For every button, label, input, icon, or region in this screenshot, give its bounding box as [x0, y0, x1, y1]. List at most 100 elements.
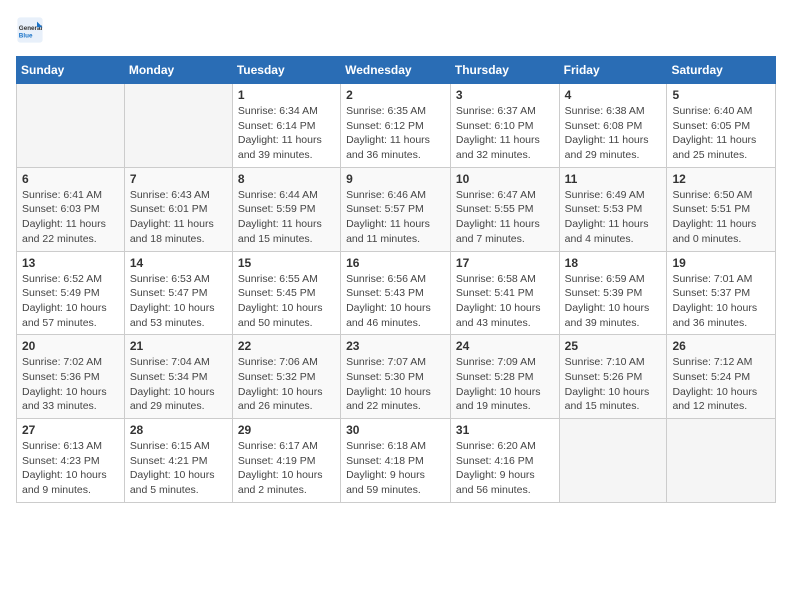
weekday-sunday: Sunday	[17, 57, 125, 84]
day-number: 5	[672, 88, 770, 102]
day-detail: Sunrise: 6:17 AM Sunset: 4:19 PM Dayligh…	[238, 439, 335, 498]
day-cell: 8 Sunrise: 6:44 AM Sunset: 5:59 PM Daylig…	[232, 167, 340, 251]
week-row-1: 6Sunrise: 6:41 AM Sunset: 6:03 PM Daylig…	[17, 167, 776, 251]
day-detail: Sunrise: 6:34 AM Sunset: 6:14 PM Dayligh…	[238, 104, 335, 163]
day-number: 11	[565, 172, 662, 186]
day-number: 14	[130, 256, 227, 270]
day-cell: 14 Sunrise: 6:53 AM Sunset: 5:47 PM Dayli…	[124, 251, 232, 335]
day-detail: Sunrise: 6:37 AM Sunset: 6:10 PM Dayligh…	[456, 104, 554, 163]
day-number: 30	[346, 423, 445, 437]
day-detail: Sunrise: 6:15 AM Sunset: 4:21 PM Dayligh…	[130, 439, 227, 498]
day-number: 27	[22, 423, 119, 437]
day-cell: 7 Sunrise: 6:43 AM Sunset: 6:01 PM Daylig…	[124, 167, 232, 251]
day-number: 7	[130, 172, 227, 186]
day-number: 2	[346, 88, 445, 102]
day-cell: 9 Sunrise: 6:46 AM Sunset: 5:57 PM Daylig…	[341, 167, 451, 251]
day-cell	[667, 419, 776, 503]
week-row-3: 20Sunrise: 7:02 AM Sunset: 5:36 PM Dayli…	[17, 335, 776, 419]
day-cell: 30 Sunrise: 6:18 AM Sunset: 4:18 PM Dayli…	[341, 419, 451, 503]
day-cell	[559, 419, 667, 503]
day-number: 20	[22, 339, 119, 353]
day-detail: Sunrise: 6:59 AM Sunset: 5:39 PM Dayligh…	[565, 272, 662, 331]
day-number: 25	[565, 339, 662, 353]
day-detail: Sunrise: 6:18 AM Sunset: 4:18 PM Dayligh…	[346, 439, 445, 498]
day-cell: 28Sunrise: 6:15 AM Sunset: 4:21 PM Dayli…	[124, 419, 232, 503]
day-cell: 4Sunrise: 6:38 AM Sunset: 6:08 PM Daylig…	[559, 84, 667, 168]
calendar-body: 1 Sunrise: 6:34 AM Sunset: 6:14 PM Daylig…	[17, 84, 776, 503]
day-number: 4	[565, 88, 662, 102]
day-number: 26	[672, 339, 770, 353]
day-detail: Sunrise: 7:09 AM Sunset: 5:28 PM Dayligh…	[456, 355, 554, 414]
day-cell: 22 Sunrise: 7:06 AM Sunset: 5:32 PM Dayli…	[232, 335, 340, 419]
day-detail: Sunrise: 6:46 AM Sunset: 5:57 PM Dayligh…	[346, 188, 445, 247]
day-number: 18	[565, 256, 662, 270]
weekday-saturday: Saturday	[667, 57, 776, 84]
day-cell: 20Sunrise: 7:02 AM Sunset: 5:36 PM Dayli…	[17, 335, 125, 419]
weekday-wednesday: Wednesday	[341, 57, 451, 84]
day-cell	[17, 84, 125, 168]
svg-text:Blue: Blue	[19, 33, 33, 40]
day-detail: Sunrise: 6:47 AM Sunset: 5:55 PM Dayligh…	[456, 188, 554, 247]
day-number: 1	[238, 88, 335, 102]
day-detail: Sunrise: 7:06 AM Sunset: 5:32 PM Dayligh…	[238, 355, 335, 414]
weekday-monday: Monday	[124, 57, 232, 84]
day-detail: Sunrise: 6:56 AM Sunset: 5:43 PM Dayligh…	[346, 272, 445, 331]
day-cell	[124, 84, 232, 168]
day-number: 3	[456, 88, 554, 102]
page-header: General Blue	[16, 16, 776, 44]
day-cell: 13 Sunrise: 6:52 AM Sunset: 5:49 PM Dayli…	[17, 251, 125, 335]
day-detail: Sunrise: 6:53 AM Sunset: 5:47 PM Dayligh…	[130, 272, 227, 331]
day-number: 13	[22, 256, 119, 270]
day-cell: 24 Sunrise: 7:09 AM Sunset: 5:28 PM Dayli…	[450, 335, 559, 419]
day-number: 19	[672, 256, 770, 270]
day-number: 21	[130, 339, 227, 353]
day-number: 17	[456, 256, 554, 270]
day-detail: Sunrise: 6:20 AM Sunset: 4:16 PM Dayligh…	[456, 439, 554, 498]
day-detail: Sunrise: 6:58 AM Sunset: 5:41 PM Dayligh…	[456, 272, 554, 331]
day-detail: Sunrise: 6:35 AM Sunset: 6:12 PM Dayligh…	[346, 104, 445, 163]
day-number: 24	[456, 339, 554, 353]
day-detail: Sunrise: 6:43 AM Sunset: 6:01 PM Dayligh…	[130, 188, 227, 247]
day-number: 23	[346, 339, 445, 353]
day-number: 22	[238, 339, 335, 353]
day-detail: Sunrise: 7:10 AM Sunset: 5:26 PM Dayligh…	[565, 355, 662, 414]
day-cell: 23 Sunrise: 7:07 AM Sunset: 5:30 PM Dayli…	[341, 335, 451, 419]
day-cell: 16 Sunrise: 6:56 AM Sunset: 5:43 PM Dayli…	[341, 251, 451, 335]
weekday-tuesday: Tuesday	[232, 57, 340, 84]
day-detail: Sunrise: 6:49 AM Sunset: 5:53 PM Dayligh…	[565, 188, 662, 247]
week-row-0: 1 Sunrise: 6:34 AM Sunset: 6:14 PM Daylig…	[17, 84, 776, 168]
day-cell: 19Sunrise: 7:01 AM Sunset: 5:37 PM Dayli…	[667, 251, 776, 335]
day-number: 15	[238, 256, 335, 270]
day-detail: Sunrise: 6:40 AM Sunset: 6:05 PM Dayligh…	[672, 104, 770, 163]
logo: General Blue	[16, 16, 50, 44]
day-detail: Sunrise: 6:44 AM Sunset: 5:59 PM Dayligh…	[238, 188, 335, 247]
day-cell: 1 Sunrise: 6:34 AM Sunset: 6:14 PM Daylig…	[232, 84, 340, 168]
day-cell: 10Sunrise: 6:47 AM Sunset: 5:55 PM Dayli…	[450, 167, 559, 251]
day-cell: 5 Sunrise: 6:40 AM Sunset: 6:05 PM Daylig…	[667, 84, 776, 168]
day-cell: 27 Sunrise: 6:13 AM Sunset: 4:23 PM Dayli…	[17, 419, 125, 503]
day-cell: 21Sunrise: 7:04 AM Sunset: 5:34 PM Dayli…	[124, 335, 232, 419]
day-number: 16	[346, 256, 445, 270]
weekday-header-row: SundayMondayTuesdayWednesdayThursdayFrid…	[17, 57, 776, 84]
day-detail: Sunrise: 6:52 AM Sunset: 5:49 PM Dayligh…	[22, 272, 119, 331]
day-number: 9	[346, 172, 445, 186]
day-cell: 18 Sunrise: 6:59 AM Sunset: 5:39 PM Dayli…	[559, 251, 667, 335]
day-cell: 11 Sunrise: 6:49 AM Sunset: 5:53 PM Dayli…	[559, 167, 667, 251]
weekday-thursday: Thursday	[450, 57, 559, 84]
day-cell: 12 Sunrise: 6:50 AM Sunset: 5:51 PM Dayli…	[667, 167, 776, 251]
weekday-friday: Friday	[559, 57, 667, 84]
day-detail: Sunrise: 7:12 AM Sunset: 5:24 PM Dayligh…	[672, 355, 770, 414]
logo-icon: General Blue	[16, 16, 44, 44]
day-cell: 2 Sunrise: 6:35 AM Sunset: 6:12 PM Daylig…	[341, 84, 451, 168]
day-number: 8	[238, 172, 335, 186]
day-detail: Sunrise: 6:13 AM Sunset: 4:23 PM Dayligh…	[22, 439, 119, 498]
day-cell: 25 Sunrise: 7:10 AM Sunset: 5:26 PM Dayli…	[559, 335, 667, 419]
week-row-4: 27 Sunrise: 6:13 AM Sunset: 4:23 PM Dayli…	[17, 419, 776, 503]
day-cell: 3 Sunrise: 6:37 AM Sunset: 6:10 PM Daylig…	[450, 84, 559, 168]
day-cell: 15Sunrise: 6:55 AM Sunset: 5:45 PM Dayli…	[232, 251, 340, 335]
calendar-table: SundayMondayTuesdayWednesdayThursdayFrid…	[16, 56, 776, 503]
day-detail: Sunrise: 6:50 AM Sunset: 5:51 PM Dayligh…	[672, 188, 770, 247]
day-detail: Sunrise: 7:07 AM Sunset: 5:30 PM Dayligh…	[346, 355, 445, 414]
day-number: 12	[672, 172, 770, 186]
day-cell: 17 Sunrise: 6:58 AM Sunset: 5:41 PM Dayli…	[450, 251, 559, 335]
